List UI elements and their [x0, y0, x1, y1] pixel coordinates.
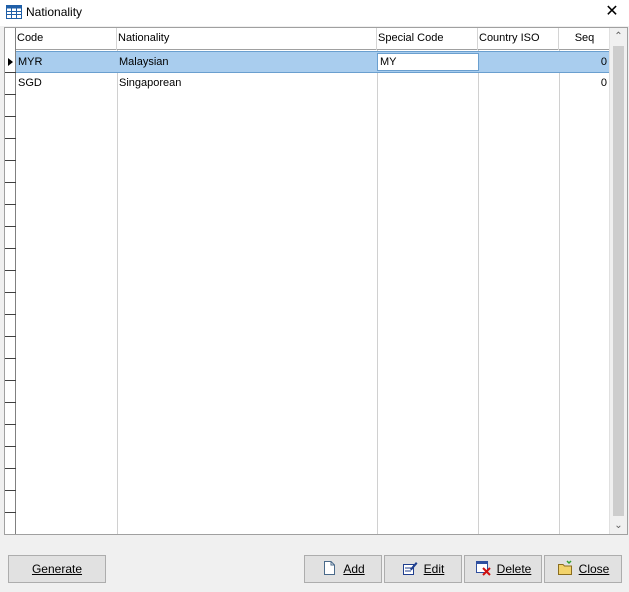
cell-country-iso[interactable]: [478, 73, 559, 93]
cell-nationality[interactable]: Singaporean: [117, 73, 377, 93]
vertical-scrollbar[interactable]: ⌃ ⌄: [609, 28, 627, 534]
edit-pencil-icon: [402, 562, 418, 576]
generate-button[interactable]: Generate: [8, 555, 106, 583]
column-divider: [478, 50, 479, 534]
table-row[interactable]: SGD Singaporean 0: [16, 73, 609, 95]
cell-special-code[interactable]: [377, 73, 478, 93]
delete-button-label: Delete: [496, 562, 532, 576]
row-selector-divider: [5, 270, 16, 271]
title-bar: Nationality ✕: [0, 0, 629, 26]
add-button-label: Add: [343, 562, 365, 576]
column-header-seq[interactable]: Seq: [559, 28, 609, 50]
row-selector-column[interactable]: [5, 28, 16, 534]
column-divider: [377, 50, 378, 534]
edit-button-label: Edit: [423, 562, 445, 576]
current-row-pointer-icon: [8, 58, 13, 66]
column-header-code[interactable]: Code: [16, 28, 117, 50]
grid-header: Code Nationality Special Code Country IS…: [16, 28, 609, 50]
scroll-thumb[interactable]: [613, 46, 624, 516]
scroll-down-button[interactable]: ⌄: [610, 517, 627, 534]
row-selector-divider: [5, 292, 16, 293]
table-icon: [6, 5, 22, 19]
column-header-special-code[interactable]: Special Code: [377, 28, 478, 50]
cell-seq[interactable]: 0: [559, 52, 609, 72]
row-selector-divider: [5, 248, 16, 249]
row-selector-divider: [5, 226, 16, 227]
row-selector-divider: [5, 72, 16, 73]
close-button[interactable]: Close: [544, 555, 622, 583]
special-code-editor[interactable]: MY: [377, 53, 479, 71]
row-selector-divider: [5, 534, 16, 535]
delete-icon: [475, 561, 491, 577]
close-button-label: Close: [578, 562, 610, 576]
scroll-up-button[interactable]: ⌃: [610, 28, 627, 45]
new-document-icon: [324, 561, 336, 576]
table-row[interactable]: MYR Malaysian MY 0: [16, 51, 609, 73]
column-divider: [559, 50, 560, 534]
row-selector-divider: [5, 512, 16, 513]
nationality-grid[interactable]: Code Nationality Special Code Country IS…: [4, 27, 628, 535]
row-selector-divider: [5, 336, 16, 337]
row-selector-divider: [5, 446, 16, 447]
cell-nationality[interactable]: Malaysian: [117, 52, 377, 72]
row-selector-divider: [5, 424, 16, 425]
row-selector-divider: [5, 160, 16, 161]
window-close-button[interactable]: ✕: [595, 0, 629, 26]
add-button[interactable]: Add: [304, 555, 382, 583]
delete-button[interactable]: Delete: [464, 555, 542, 583]
row-selector-divider: [5, 314, 16, 315]
row-selector-divider: [5, 204, 16, 205]
row-selector-divider: [5, 490, 16, 491]
row-selector-divider: [5, 182, 16, 183]
row-selector-divider: [5, 138, 16, 139]
window-title: Nationality: [26, 5, 83, 19]
folder-close-icon: [557, 560, 572, 576]
row-selector-divider: [5, 116, 16, 117]
row-selector-divider: [5, 380, 16, 381]
row-selector-divider: [5, 468, 16, 469]
cell-country-iso[interactable]: [478, 52, 559, 72]
row-selector-divider: [5, 358, 16, 359]
cell-seq[interactable]: 0: [559, 73, 609, 93]
column-divider: [117, 50, 118, 534]
edit-button[interactable]: Edit: [384, 555, 462, 583]
generate-button-label: Generate: [31, 562, 83, 576]
cell-code[interactable]: MYR: [16, 52, 117, 72]
cell-code[interactable]: SGD: [16, 73, 117, 93]
row-selector-divider: [5, 94, 16, 95]
column-header-country-iso[interactable]: Country ISO: [478, 28, 559, 50]
column-header-nationality[interactable]: Nationality: [117, 28, 377, 50]
row-selector-divider: [5, 402, 16, 403]
